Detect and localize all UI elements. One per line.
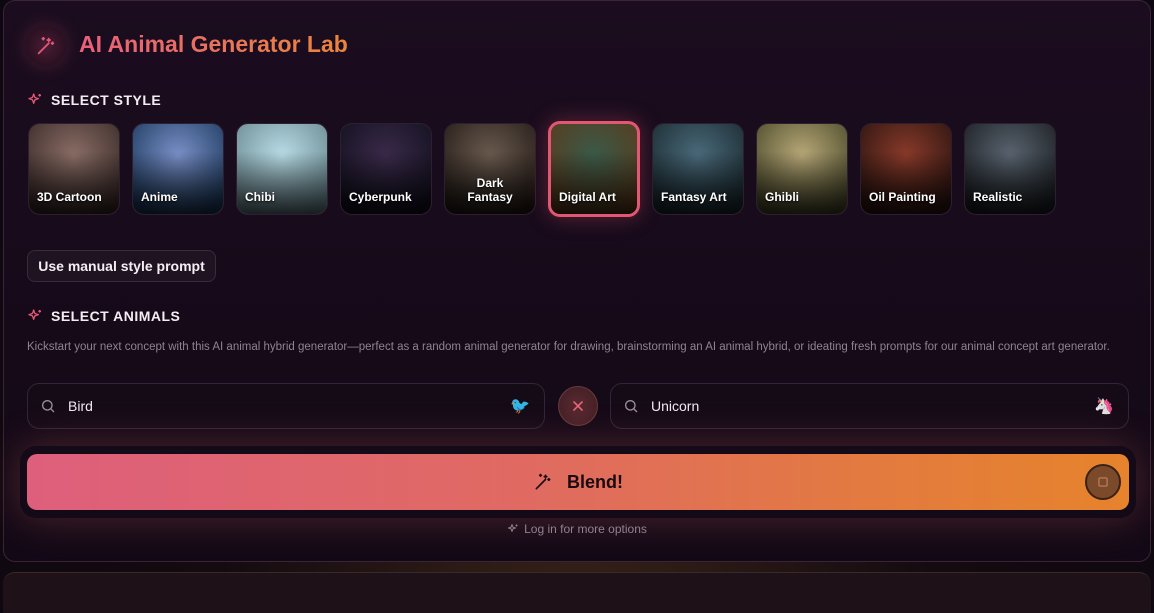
login-hint-text: Log in for more options (524, 522, 647, 536)
app-logo (26, 26, 66, 66)
below-fold-content (3, 572, 1151, 613)
square-icon (1098, 477, 1108, 487)
select-style-heading: SELECT STYLE (27, 92, 161, 108)
blend-button-label: Blend! (567, 471, 623, 492)
style-card-anime[interactable]: Anime (132, 123, 224, 215)
select-animals-label: SELECT ANIMALS (51, 308, 181, 324)
second-animal-value[interactable]: Unicorn (651, 398, 1094, 414)
page-title: AI Animal Generator Lab (79, 31, 348, 57)
style-card-label: Oil Painting (869, 190, 936, 204)
style-card-oil-painting[interactable]: Oil Painting (860, 123, 952, 215)
second-animal-field[interactable]: Unicorn 🦄 (610, 383, 1129, 429)
style-card-label: Chibi (245, 190, 275, 204)
style-card-label: Ghibli (765, 190, 799, 204)
style-card-ghibli[interactable]: Ghibli (756, 123, 848, 215)
bird-emoji-icon: 🐦 (510, 398, 530, 415)
first-animal-field[interactable]: Bird 🐦 (27, 383, 545, 429)
search-icon (42, 400, 55, 413)
login-hint[interactable]: Log in for more options (0, 522, 1154, 536)
style-card-label: Anime (141, 190, 178, 204)
manual-style-prompt-button[interactable]: Use manual style prompt (27, 250, 216, 282)
sparkles-icon (28, 93, 41, 104)
blend-options-button[interactable] (1085, 464, 1121, 500)
magic-wand-icon (535, 473, 551, 490)
sparkles-icon (28, 309, 41, 320)
select-animals-heading: SELECT ANIMALS (27, 308, 180, 324)
sparkles-icon (508, 524, 518, 532)
style-card-digital-art[interactable]: Digital Art (548, 121, 640, 217)
close-icon (573, 401, 583, 411)
unicorn-emoji-icon: 🦄 (1094, 398, 1114, 415)
style-card-chibi[interactable]: Chibi (236, 123, 328, 215)
style-card-realistic[interactable]: Realistic (964, 123, 1056, 215)
style-card-label: 3D Cartoon (37, 190, 102, 204)
style-card-label: Realistic (973, 190, 1023, 204)
style-card-label: Dark Fantasy (467, 176, 513, 204)
search-icon (625, 400, 638, 413)
select-style-label: SELECT STYLE (51, 92, 162, 108)
style-card-label: Fantasy Art (661, 190, 727, 204)
style-card-fantasy-art[interactable]: Fantasy Art (652, 123, 744, 215)
style-card-label: Digital Art (559, 190, 616, 204)
clear-animals-button[interactable] (558, 386, 598, 426)
magic-wand-icon (37, 36, 55, 55)
style-card-dark-fantasy[interactable]: Dark Fantasy (444, 123, 536, 215)
style-card-cyberpunk[interactable]: Cyberpunk (340, 123, 432, 215)
style-card-3d-cartoon[interactable]: 3D Cartoon (28, 123, 120, 215)
blend-button[interactable]: Blend! (27, 454, 1129, 510)
style-card-label: Cyberpunk (349, 190, 412, 204)
first-animal-value[interactable]: Bird (68, 398, 510, 414)
animals-description: Kickstart your next concept with this AI… (27, 341, 1110, 353)
